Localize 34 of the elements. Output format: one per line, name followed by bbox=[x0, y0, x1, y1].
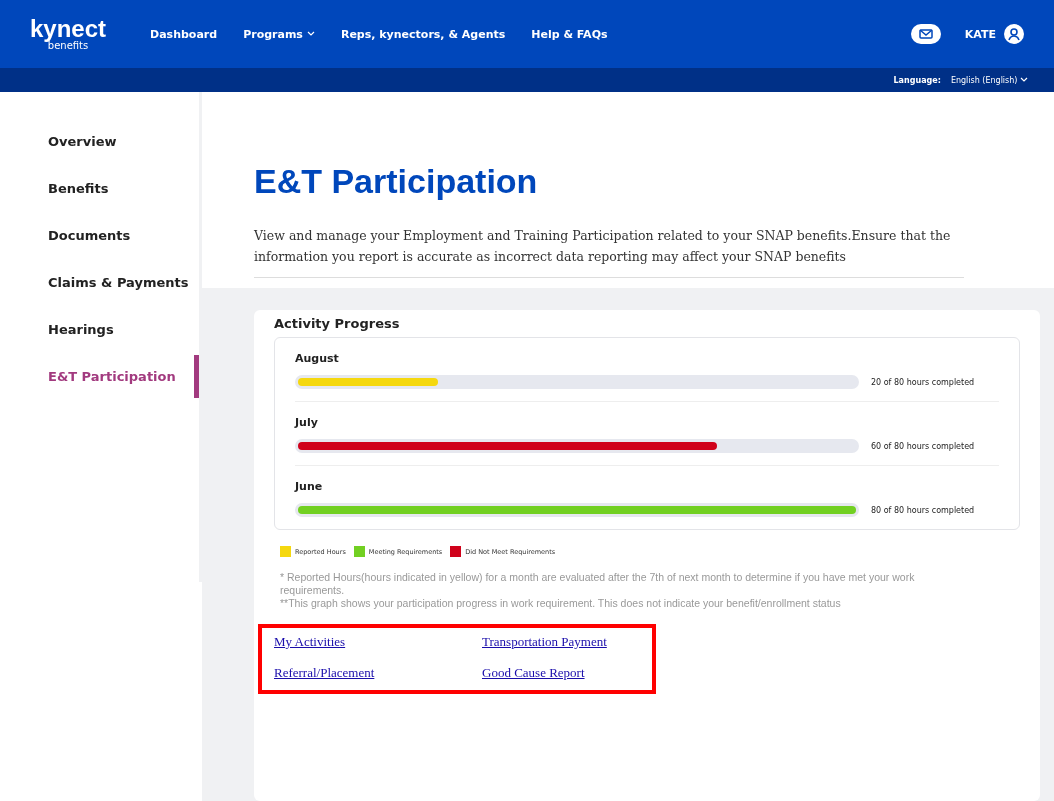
month-label: July bbox=[295, 416, 319, 429]
mail-button[interactable] bbox=[910, 24, 941, 44]
nav-link[interactable]: Reps, kynectors, & Agents bbox=[340, 27, 506, 41]
link[interactable]: My Activities bbox=[274, 634, 346, 649]
card-title: Activity Progress bbox=[274, 316, 401, 331]
page-description: View and manage your Employment and Training Participation related to your SNAP benefits.Ensure that the information you report is accurate as incorrect data reporting may affect your SNAP benefits bbox=[254, 225, 964, 278]
footnote: * Reported Hours(hours indicated in yellow) for a month are evaluated after the 7th of next month to determine if you have met your work requirements. bbox=[280, 571, 916, 597]
footnote: **This graph shows your participation progress in work requirement. This does not indicate your benefit/enrollment status bbox=[280, 597, 842, 610]
sidebar-item[interactable]: Claims & Payments bbox=[0, 261, 199, 304]
page-title: E&T Participation bbox=[254, 162, 539, 201]
link[interactable]: Referral/Placement bbox=[274, 665, 375, 680]
nav-link[interactable]: Help & FAQs bbox=[531, 27, 608, 41]
user-name[interactable]: KATE bbox=[964, 27, 996, 41]
month-label: August bbox=[295, 352, 340, 365]
hours-reading: 80 of 80 hours completed bbox=[871, 505, 976, 515]
language-label: Language: bbox=[893, 75, 941, 85]
logo[interactable]: kynect bbox=[30, 17, 107, 41]
hours-reading: 20 of 80 hours completed bbox=[871, 377, 976, 387]
chevron-down-icon bbox=[306, 31, 315, 37]
month-label: June bbox=[295, 480, 324, 493]
link[interactable]: Good Cause Report bbox=[482, 665, 585, 680]
sidebar-item[interactable]: Overview bbox=[0, 120, 199, 163]
hours-reading: 60 of 80 hours completed bbox=[871, 441, 976, 451]
sidebar-item[interactable]: Benefits bbox=[0, 167, 199, 210]
nav-link[interactable]: Dashboard bbox=[150, 27, 218, 41]
user-avatar-icon[interactable] bbox=[1004, 24, 1024, 44]
nav-link[interactable]: Programs bbox=[243, 27, 315, 41]
sidebar-item[interactable]: Documents bbox=[0, 214, 199, 257]
envelope-icon bbox=[918, 29, 933, 39]
language-select[interactable]: English (English) bbox=[950, 75, 1028, 85]
logo-subtitle: benefits bbox=[47, 41, 89, 51]
sidebar-item[interactable]: Hearings bbox=[0, 308, 199, 351]
chevron-down-icon bbox=[1020, 76, 1028, 83]
link[interactable]: Transportation Payment bbox=[482, 634, 607, 649]
